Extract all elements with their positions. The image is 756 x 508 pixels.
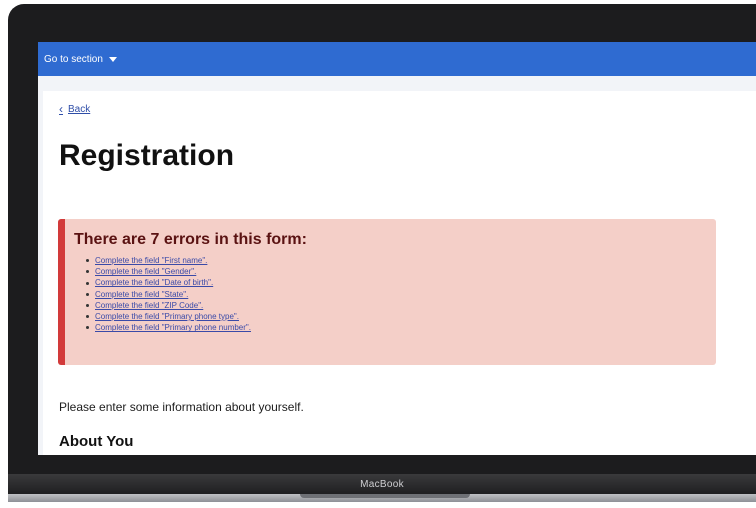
caret-down-icon	[108, 56, 117, 62]
laptop-base: MacBook	[8, 474, 756, 494]
error-summary: There are 7 errors in this form: Complet…	[58, 219, 716, 365]
chevron-left-icon: ‹	[59, 102, 63, 116]
error-link-date-of-birth[interactable]: Complete the field "Date of birth".	[95, 277, 213, 288]
laptop-screen: Go to section ‹ Back Registration There …	[38, 42, 756, 455]
error-item: Complete the field "ZIP Code".	[86, 300, 716, 311]
section-heading-about-you: About You	[59, 433, 134, 450]
back-label: Back	[68, 103, 91, 115]
error-item: Complete the field "Primary phone number…	[86, 322, 716, 333]
bullet-icon	[86, 281, 89, 285]
bullet-icon	[86, 303, 89, 307]
bullet-icon	[86, 326, 89, 330]
error-item: Complete the field "Date of birth".	[86, 277, 716, 288]
go-to-section-label: Go to section	[44, 53, 103, 65]
error-link-state[interactable]: Complete the field "State".	[95, 289, 188, 300]
error-link-gender[interactable]: Complete the field "Gender".	[95, 266, 196, 277]
error-list: Complete the field "First name". Complet…	[74, 255, 716, 333]
bullet-icon	[86, 259, 89, 263]
error-item: Complete the field "First name".	[86, 255, 716, 266]
brand-label: MacBook	[360, 478, 404, 490]
page-title: Registration	[59, 139, 235, 172]
intro-text: Please enter some information about your…	[59, 400, 304, 414]
page-content: ‹ Back Registration There are 7 errors i…	[43, 91, 756, 455]
error-link-primary-phone-type[interactable]: Complete the field "Primary phone type".	[95, 311, 239, 322]
error-link-primary-phone-number[interactable]: Complete the field "Primary phone number…	[95, 322, 251, 333]
back-link[interactable]: ‹ Back	[59, 103, 90, 115]
go-to-section-menu[interactable]: Go to section	[44, 54, 117, 65]
bullet-icon	[86, 315, 89, 319]
error-item: Complete the field "Primary phone type".	[86, 311, 716, 322]
laptop-notch	[300, 494, 470, 498]
error-summary-title: There are 7 errors in this form:	[74, 231, 307, 248]
error-link-first-name[interactable]: Complete the field "First name".	[95, 255, 207, 266]
error-link-zip-code[interactable]: Complete the field "ZIP Code".	[95, 300, 203, 311]
bullet-icon	[86, 292, 89, 296]
top-nav-bar: Go to section	[38, 42, 756, 76]
bullet-icon	[86, 270, 89, 274]
error-item: Complete the field "State".	[86, 289, 716, 300]
error-item: Complete the field "Gender".	[86, 266, 716, 277]
